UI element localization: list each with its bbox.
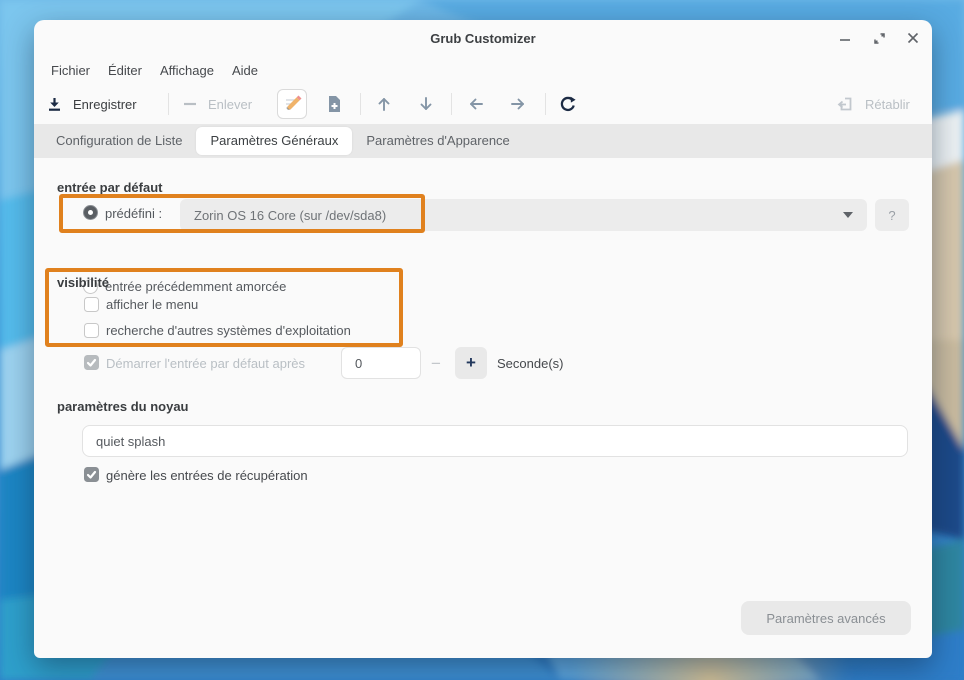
edit-pencil-icon (281, 93, 303, 115)
move-left-button[interactable] (467, 84, 485, 124)
plus-label: + (466, 353, 476, 373)
tab-parametres-generaux[interactable]: Paramètres Généraux (196, 127, 352, 155)
default-entry-header: entrée par défaut (57, 180, 162, 195)
maximize-button[interactable] (872, 31, 886, 45)
menu-fichier[interactable]: Fichier (42, 63, 99, 78)
kernel-params-input[interactable] (82, 425, 908, 457)
previously-booted-label[interactable]: entrée précédemment amorcée (105, 279, 286, 294)
toolbar: Enregistrer Enlever (34, 84, 932, 124)
show-menu-checkbox[interactable] (84, 297, 99, 312)
tab-configuration-de-liste[interactable]: Configuration de Liste (42, 127, 196, 155)
recovery-entries-label[interactable]: génère les entrées de récupération (106, 468, 308, 483)
arrow-down-icon (417, 95, 435, 113)
move-down-button[interactable] (417, 84, 435, 124)
combobox-value: Zorin OS 16 Core (sur /dev/sda8) (194, 208, 386, 223)
arrow-left-icon (467, 95, 485, 113)
save-label: Enregistrer (73, 97, 137, 112)
recovery-entries-checkbox[interactable] (84, 467, 99, 482)
minus-icon (182, 96, 198, 112)
menu-editer[interactable]: Éditer (99, 63, 151, 78)
minimize-button[interactable] (838, 31, 852, 45)
menubar: Fichier Éditer Affichage Aide (34, 56, 932, 84)
revert-label: Rétablir (865, 97, 910, 112)
refresh-icon (558, 95, 577, 114)
advanced-settings-button[interactable]: Paramètres avancés (741, 601, 911, 635)
revert-icon (837, 95, 855, 113)
remove-label: Enlever (208, 97, 252, 112)
timeout-value-input[interactable] (341, 347, 421, 379)
menu-aide[interactable]: Aide (223, 63, 267, 78)
add-entry-button[interactable] (324, 84, 344, 124)
show-menu-label[interactable]: afficher le menu (106, 297, 198, 312)
window-title: Grub Customizer (34, 20, 932, 56)
toolbar-separator (360, 93, 361, 115)
help-button[interactable]: ? (875, 199, 909, 231)
chevron-down-icon (843, 212, 853, 218)
help-label: ? (888, 208, 895, 223)
refresh-button[interactable] (558, 84, 577, 124)
default-entry-combobox[interactable]: Zorin OS 16 Core (sur /dev/sda8) (180, 199, 867, 231)
toolbar-separator (451, 93, 452, 115)
timeout-minus-button[interactable]: − (431, 354, 441, 374)
grub-customizer-window: Grub Customizer Fichier Éditer Affichage… (34, 20, 932, 658)
close-button[interactable] (906, 31, 920, 45)
predefined-label[interactable]: prédéfini : (105, 206, 162, 221)
titlebar: Grub Customizer (34, 20, 932, 56)
search-other-os-label[interactable]: recherche d'autres systèmes d'exploitati… (106, 323, 351, 338)
check-icon (86, 469, 97, 480)
timeout-plus-button[interactable]: + (455, 347, 487, 379)
minimize-icon (839, 32, 851, 44)
arrow-right-icon (509, 95, 527, 113)
tabbar: Configuration de Liste Paramètres Généra… (34, 124, 932, 158)
move-up-button[interactable] (375, 84, 393, 124)
timeout-unit-label: Seconde(s) (497, 356, 563, 371)
visibility-header: visibilité (57, 275, 109, 290)
menu-affichage[interactable]: Affichage (151, 63, 223, 78)
save-button[interactable]: Enregistrer (46, 84, 137, 124)
edit-button[interactable] (277, 84, 307, 124)
search-other-os-checkbox[interactable] (84, 323, 99, 338)
kernel-params-header: paramètres du noyau (57, 399, 189, 414)
general-settings-panel: entrée par défaut prédéfini : Zorin OS 1… (34, 158, 932, 658)
move-right-button[interactable] (509, 84, 527, 124)
add-document-icon (324, 94, 344, 114)
save-download-icon (46, 96, 63, 113)
remove-button[interactable]: Enlever (182, 84, 252, 124)
revert-button[interactable]: Rétablir (837, 84, 910, 124)
toolbar-separator (168, 93, 169, 115)
predefined-radio[interactable] (83, 205, 98, 220)
check-icon (86, 357, 97, 368)
maximize-icon (873, 32, 886, 45)
boot-timeout-checkbox[interactable] (84, 355, 99, 370)
tab-parametres-apparence[interactable]: Paramètres d'Apparence (352, 127, 523, 155)
close-icon (907, 32, 919, 44)
boot-timeout-label[interactable]: Démarrer l'entrée par défaut après (106, 356, 305, 371)
arrow-up-icon (375, 95, 393, 113)
toolbar-separator (545, 93, 546, 115)
